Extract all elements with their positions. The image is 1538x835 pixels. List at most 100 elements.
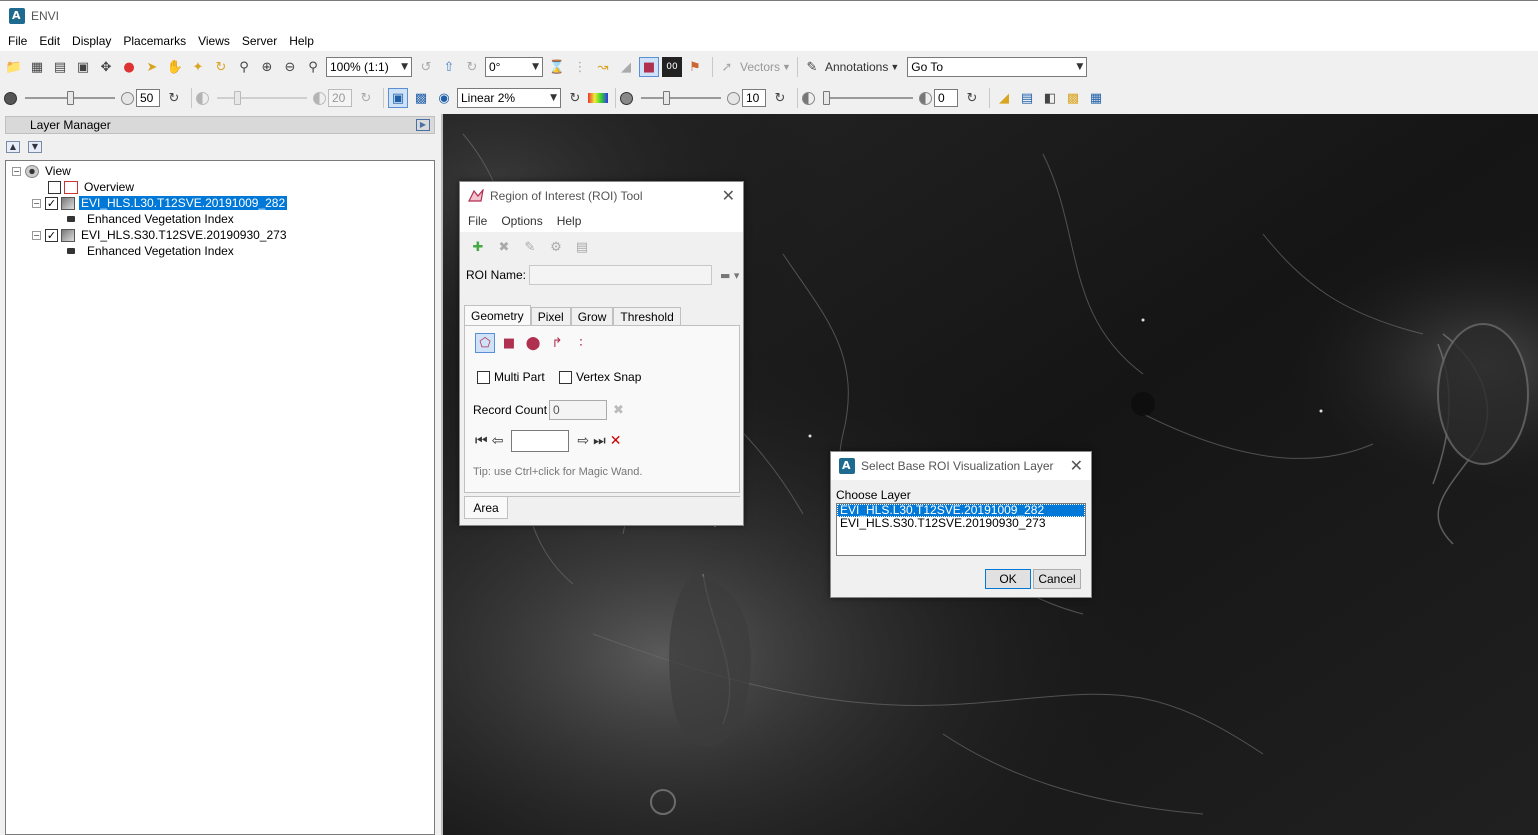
next-record-icon[interactable]: ⇨ xyxy=(577,433,589,449)
vertex-snap-checkbox[interactable] xyxy=(559,370,572,384)
view-layout-icon[interactable]: ◧ xyxy=(1040,88,1060,108)
close-icon[interactable]: ✕ xyxy=(1070,456,1083,475)
menu-server[interactable]: Server xyxy=(238,34,281,48)
cursor-value-icon[interactable]: ⋮ xyxy=(570,57,590,77)
layer-checkbox[interactable]: ✓ xyxy=(45,196,58,210)
tab-threshold[interactable]: Threshold xyxy=(613,307,681,325)
ellipse-tool-icon[interactable]: ⬤ xyxy=(523,333,543,353)
layer-list-item[interactable]: EVI_HLS.S30.T12SVE.20190930_273 xyxy=(837,517,1085,530)
reset-icon[interactable]: ↻ xyxy=(356,88,376,108)
cancel-button[interactable]: Cancel xyxy=(1033,569,1081,589)
previous-record-icon[interactable]: ⇦ xyxy=(492,433,504,449)
edit-roi-icon[interactable]: ✎ xyxy=(520,237,540,257)
tree-label-layer[interactable]: EVI_HLS.S30.T12SVE.20190930_273 xyxy=(79,228,289,242)
roi-tool-icon[interactable]: ■ xyxy=(639,57,659,77)
tree-row-view[interactable]: − View xyxy=(6,163,434,179)
roi-menu-help[interactable]: Help xyxy=(553,214,586,228)
layer-checkbox[interactable]: ✓ xyxy=(45,228,58,242)
first-record-icon[interactable]: ⏮ xyxy=(475,433,488,449)
menu-placemarks[interactable]: Placemarks xyxy=(119,34,190,48)
menu-edit[interactable]: Edit xyxy=(35,34,64,48)
fly-icon[interactable]: ✦ xyxy=(188,57,208,77)
pan-arrows-icon[interactable]: ✥ xyxy=(96,57,116,77)
zoom-full-icon[interactable]: ⚲ xyxy=(303,57,323,77)
delete-record-icon[interactable]: ✕ xyxy=(610,433,622,449)
annotations-label[interactable]: Annotations xyxy=(825,60,888,74)
zoom-icon[interactable]: ⚲ xyxy=(234,57,254,77)
open-folder-icon[interactable]: 📁 xyxy=(4,57,24,77)
close-icon[interactable]: ✕ xyxy=(722,186,735,205)
zoom-combo[interactable]: 100% (1:1) ▼ xyxy=(326,57,412,77)
menu-views[interactable]: Views xyxy=(194,34,234,48)
zoom-in-icon[interactable]: ⊕ xyxy=(257,57,277,77)
overview-checkbox[interactable] xyxy=(48,180,61,194)
point-tool-icon[interactable]: ∶ xyxy=(571,333,591,353)
collapse-all-icon[interactable]: ▲ xyxy=(6,141,20,153)
new-roi-icon[interactable]: ✚ xyxy=(468,237,488,257)
delete-roi-icon[interactable]: ✖ xyxy=(494,237,514,257)
roi-table-icon[interactable]: ▤ xyxy=(572,237,592,257)
transparency-slider-thumb[interactable] xyxy=(823,91,830,105)
tree-row-overview[interactable]: Overview xyxy=(6,179,434,195)
pin-icon[interactable]: ▶ xyxy=(416,119,430,131)
tree-row-layer[interactable]: − ✓ EVI_HLS.S30.T12SVE.20190930_273 xyxy=(6,227,434,243)
tab-grow[interactable]: Grow xyxy=(570,307,614,325)
sharpen-slider-thumb[interactable] xyxy=(663,91,670,105)
sharpen-slider[interactable] xyxy=(641,88,721,108)
reset-icon[interactable]: ↻ xyxy=(770,88,790,108)
stretch-combo[interactable]: Linear 2% ▼ xyxy=(457,88,561,108)
brightness-value[interactable]: 50 xyxy=(136,89,160,107)
crosshair-icon[interactable]: ⌛ xyxy=(547,57,567,77)
stretch-full-icon[interactable]: ◉ xyxy=(434,88,454,108)
lighthouse-icon[interactable]: ⚑ xyxy=(685,57,705,77)
rotate-left-icon[interactable]: ↺ xyxy=(416,57,436,77)
measure-icon[interactable]: ↝ xyxy=(593,57,613,77)
reset-icon[interactable]: ↻ xyxy=(565,88,585,108)
menu-display[interactable]: Display xyxy=(68,34,115,48)
reset-icon[interactable]: ↻ xyxy=(164,88,184,108)
rotate-icon[interactable]: ↻ xyxy=(211,57,231,77)
polygon-tool-icon[interactable]: ⬠ xyxy=(475,333,495,353)
goto-combo[interactable]: Go To ▼ xyxy=(907,57,1088,77)
spectral-profile-icon[interactable]: ▤ xyxy=(1017,88,1037,108)
counter-icon[interactable]: 00 xyxy=(662,57,682,77)
swipe-icon[interactable]: ◢ xyxy=(616,57,636,77)
zoom-out-icon[interactable]: ⊖ xyxy=(280,57,300,77)
multi-part-row[interactable]: Multi Part xyxy=(477,370,545,384)
rotate-right-icon[interactable]: ↻ xyxy=(462,57,482,77)
vertex-snap-row[interactable]: Vertex Snap xyxy=(559,370,641,384)
tab-pixel[interactable]: Pixel xyxy=(530,307,571,325)
record-index-input[interactable] xyxy=(511,430,570,452)
data-manager-icon[interactable]: ▦ xyxy=(27,57,47,77)
roi-name-input[interactable] xyxy=(529,265,713,285)
last-record-icon[interactable]: ⏭ xyxy=(593,433,606,449)
annotations-icon[interactable]: ✎ xyxy=(802,57,822,77)
vectors-label[interactable]: Vectors xyxy=(740,60,780,74)
stretch-view-icon[interactable]: ▣ xyxy=(388,88,408,108)
transparency-slider[interactable] xyxy=(823,88,913,108)
tree-label-layer[interactable]: EVI_HLS.L30.T12SVE.20191009_282 xyxy=(79,196,288,210)
sharpen-value[interactable]: 10 xyxy=(742,89,766,107)
tab-geometry[interactable]: Geometry xyxy=(464,305,531,325)
pan-hand-icon[interactable]: ✋ xyxy=(165,57,185,77)
rotation-combo[interactable]: 0° ▼ xyxy=(485,57,543,77)
tree-label-band[interactable]: Enhanced Vegetation Index xyxy=(85,212,236,226)
stretch-data-icon[interactable]: ▩ xyxy=(411,88,431,108)
roi-color-picker[interactable]: ▬ ▾ xyxy=(720,269,739,282)
tree-row-band[interactable]: Enhanced Vegetation Index xyxy=(6,211,434,227)
layer-list[interactable]: EVI_HLS.L30.T12SVE.20191009_282 EVI_HLS.… xyxy=(836,503,1086,556)
rotate-north-icon[interactable]: ⇧ xyxy=(439,57,459,77)
placemark-pin-icon[interactable]: ● xyxy=(119,57,139,77)
roi-menu-file[interactable]: File xyxy=(464,214,491,228)
expand-all-icon[interactable]: ▼ xyxy=(28,141,42,153)
menu-help[interactable]: Help xyxy=(285,34,318,48)
contrast-value[interactable]: 20 xyxy=(328,89,352,107)
tree-label-overview[interactable]: Overview xyxy=(82,180,136,194)
collapse-icon[interactable]: − xyxy=(32,198,41,208)
roi-properties-icon[interactable]: ⚙ xyxy=(546,237,566,257)
color-table-icon[interactable] xyxy=(588,93,608,103)
transparency-value[interactable]: 0 xyxy=(934,89,958,107)
ok-button[interactable]: OK xyxy=(985,569,1031,589)
tree-label-view[interactable]: View xyxy=(43,164,73,178)
ntf-icon[interactable]: ▤ xyxy=(50,57,70,77)
